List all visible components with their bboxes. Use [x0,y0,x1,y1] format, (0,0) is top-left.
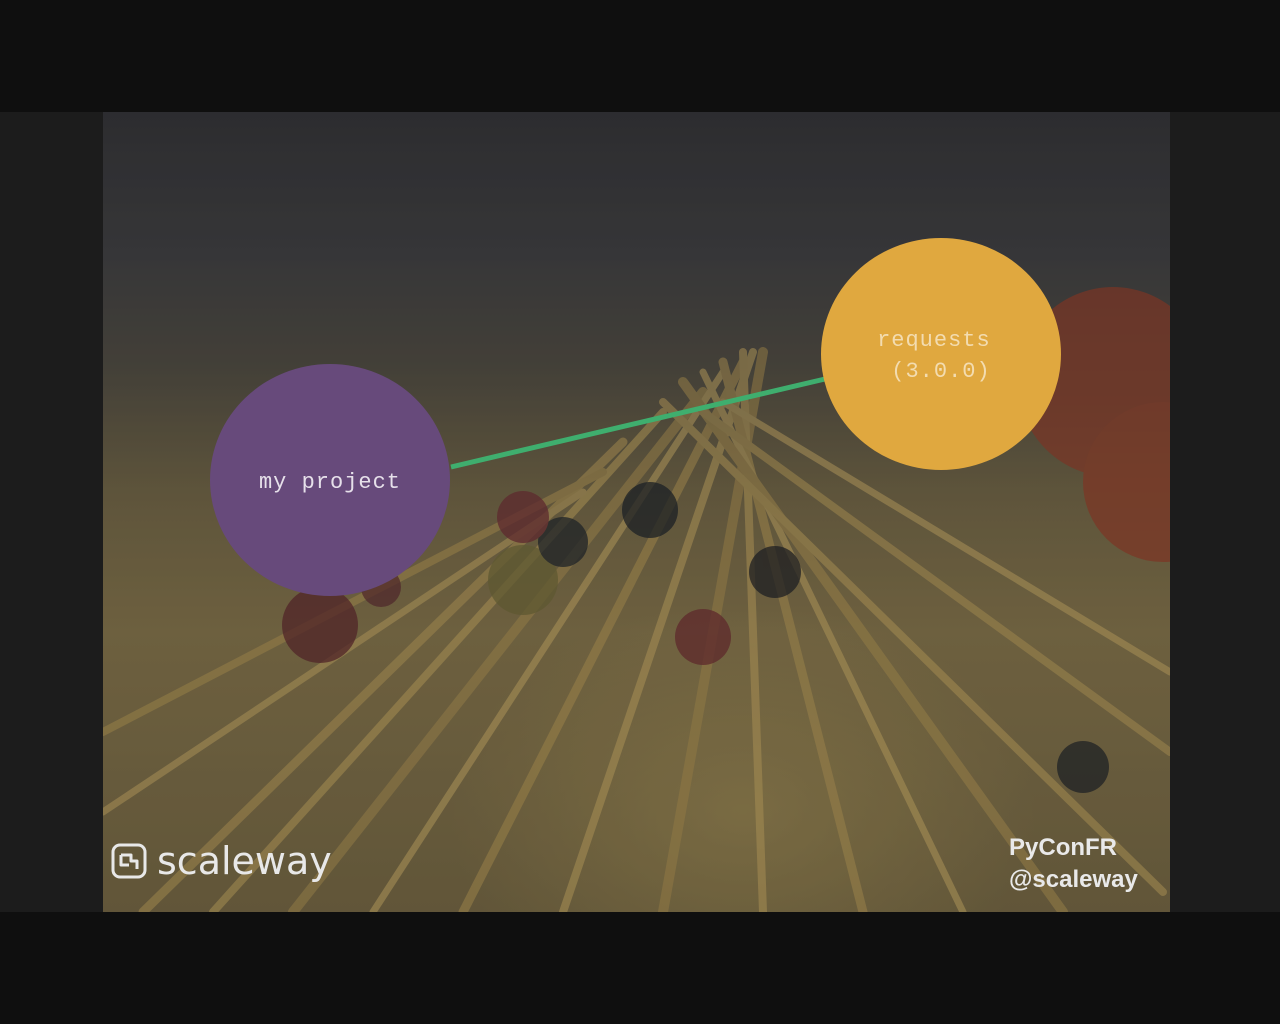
scaleway-logo-text: scaleway [157,839,332,883]
dependency-diagram: my project requests (3.0.0) [210,238,1061,596]
node-label-line: requests [877,328,991,353]
node-my-project-label: my project [259,470,401,495]
node-requests-circle [821,238,1061,470]
presentation-slide: my project requests (3.0.0) scaleway PyC… [103,112,1170,912]
letterbox-right [1170,112,1280,912]
event-name: PyConFR [1009,834,1117,861]
event-handle: @scaleway [1009,866,1138,893]
scaleway-logo: scaleway [111,836,332,886]
video-frame: my project requests (3.0.0) scaleway PyC… [0,0,1280,1024]
event-tag: PyConFR @scaleway [1009,832,1169,896]
scaleway-logo-icon [111,843,147,879]
letterbox-left [0,112,103,912]
node-my-project: my project [210,364,450,596]
node-label-line: (3.0.0) [891,359,990,384]
dependency-edge [450,376,826,470]
node-requests: requests (3.0.0) [821,238,1061,470]
node-label-line: my project [259,470,401,495]
